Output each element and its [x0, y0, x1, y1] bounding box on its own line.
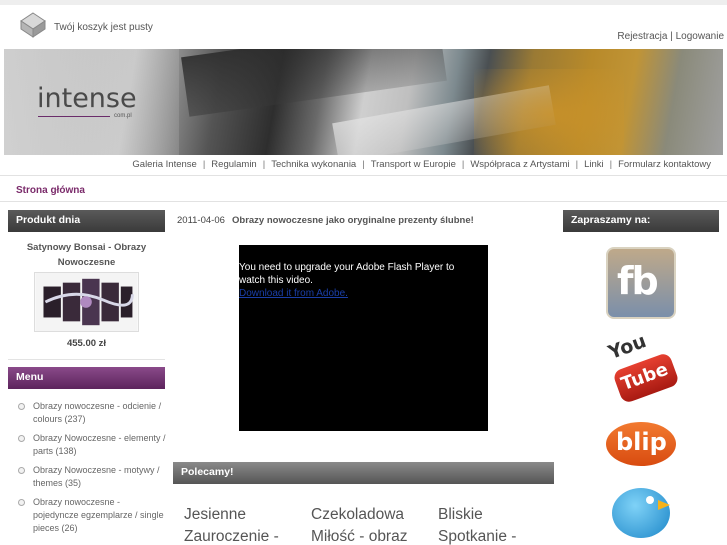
cart-icon[interactable]: [20, 12, 46, 38]
logo-domain: com.pl: [114, 113, 132, 119]
login-link[interactable]: Logowanie: [676, 31, 724, 42]
site-logo[interactable]: intense: [37, 83, 137, 114]
recommended-item[interactable]: Jesienne Zauroczenie -: [184, 504, 279, 545]
recommended-header: Polecamy!: [173, 462, 554, 484]
nav-item-regulamin[interactable]: Regulamin: [211, 159, 256, 170]
blip-icon[interactable]: blip: [606, 422, 676, 466]
flash-message: You need to upgrade your Adobe Flash Pla…: [239, 261, 479, 300]
news-date: 2011-04-06: [177, 215, 225, 226]
left-divider: [8, 359, 165, 360]
bullet-icon: [18, 467, 25, 474]
menu-item-colours[interactable]: Obrazy nowoczesne - odcienie / colours (…: [8, 400, 168, 426]
youtube-icon[interactable]: You Tube: [605, 330, 681, 405]
logo-underline: [38, 116, 110, 117]
product-image[interactable]: [34, 272, 139, 332]
menu-header: Menu: [8, 367, 165, 389]
bullet-icon: [18, 403, 25, 410]
nav-item-galeria[interactable]: Galeria Intense: [132, 159, 196, 170]
product-name[interactable]: Satynowy Bonsai - Obrazy Nowoczesne: [8, 240, 165, 270]
cart-status[interactable]: Twój koszyk jest pusty: [54, 22, 153, 33]
breadcrumb[interactable]: Strona główna: [16, 185, 85, 196]
header-banner: intense com.pl: [4, 49, 723, 155]
recommended-item[interactable]: Bliskie Spotkanie -: [438, 504, 516, 545]
nav-divider: [0, 175, 727, 176]
auth-links: Rejestracja | Logowanie: [617, 31, 724, 42]
bullet-icon: [18, 435, 25, 442]
breadcrumb-divider: [0, 201, 727, 202]
flash-video-player[interactable]: You need to upgrade your Adobe Flash Pla…: [239, 245, 488, 431]
nav-item-linki[interactable]: Linki: [584, 159, 604, 170]
auth-separator: |: [670, 31, 673, 42]
menu-item-single-pieces[interactable]: Obrazy nowoczesne - pojedyncze egzemplar…: [8, 496, 168, 535]
product-price: 455.00 zł: [66, 338, 107, 349]
facebook-icon[interactable]: fb: [606, 247, 676, 319]
nav-item-technika[interactable]: Technika wykonania: [271, 159, 356, 170]
top-bar: Twój koszyk jest pusty Rejestracja | Log…: [0, 0, 727, 47]
menu-item-themes[interactable]: Obrazy Nowoczesne - motywy / themes (35): [8, 464, 168, 490]
nav-item-formularz[interactable]: Formularz kontaktowy: [618, 159, 711, 170]
twitter-icon[interactable]: [602, 482, 680, 544]
news-title[interactable]: Obrazy nowoczesne jako oryginalne prezen…: [232, 215, 474, 226]
flash-download-link[interactable]: Download it from Adobe.: [239, 287, 479, 300]
product-of-day-header: Produkt dnia: [8, 210, 165, 232]
nav-item-transport[interactable]: Transport w Europie: [371, 159, 456, 170]
main-nav: Galeria Intense | Regulamin | Technika wykon…: [132, 159, 711, 170]
menu-item-parts[interactable]: Obrazy Nowoczesne - elementy / parts (13…: [8, 432, 168, 458]
bullet-icon: [18, 499, 25, 506]
social-header: Zapraszamy na:: [563, 210, 719, 232]
recommended-item[interactable]: Czekoladowa Miłość - obraz: [311, 504, 407, 545]
nav-item-wspolpraca[interactable]: Współpraca z Artystami: [470, 159, 569, 170]
register-link[interactable]: Rejestracja: [617, 31, 667, 42]
category-menu: Obrazy nowoczesne - odcienie / colours (…: [8, 400, 168, 541]
